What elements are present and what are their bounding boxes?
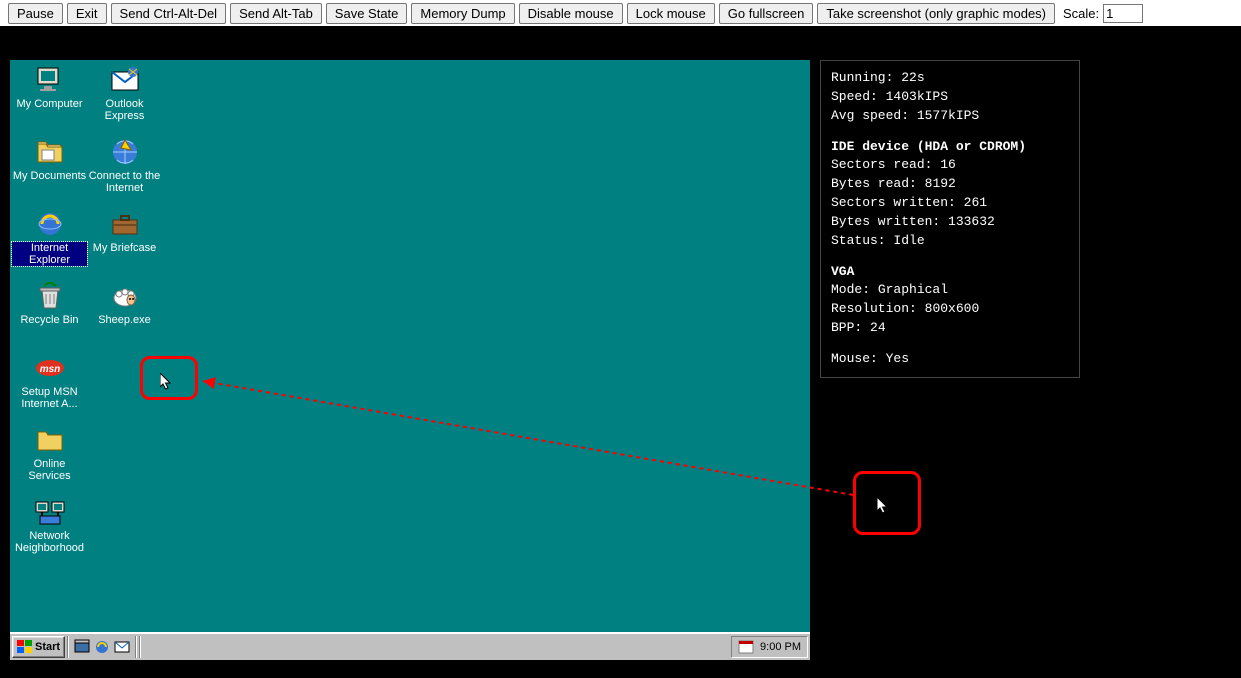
running-label: Running: [831,70,893,85]
annotation-highlight-guest-cursor [140,356,198,400]
sectors-read-value: 16 [940,157,956,172]
pause-button[interactable]: Pause [8,3,63,24]
bytes-read-label: Bytes read: [831,176,917,191]
internet-explorer-icon-label: Internet Explorer [12,242,87,266]
bytes-written-value: 133632 [948,214,995,229]
network-neighborhood-icon-label: Network Neighborhood [12,530,87,554]
my-documents-icon-glyph [34,136,66,168]
mode-value: Graphical [878,282,948,297]
mouse-label: Mouse: [831,351,878,366]
mouse-value: Yes [886,351,909,366]
msn-setup-icon-glyph: msn [34,352,66,384]
system-tray[interactable]: 9:00 PM [731,636,808,658]
mode-label: Mode: [831,282,870,297]
go-fullscreen-button[interactable]: Go fullscreen [719,3,814,24]
my-briefcase-icon[interactable]: My Briefcase [87,206,162,278]
recycle-bin-icon-glyph [34,280,66,312]
my-briefcase-icon-label: My Briefcase [93,242,157,254]
emulator-toolbar: Pause Exit Send Ctrl-Alt-Del Send Alt-Ta… [0,0,1241,26]
connect-internet-icon-label: Connect to the Internet [87,170,162,194]
send-ctrl-alt-del-button[interactable]: Send Ctrl-Alt-Del [111,3,227,24]
taskbar-clock: 9:00 PM [760,641,801,653]
my-computer-icon[interactable]: My Computer [12,62,87,134]
connect-internet-icon[interactable]: Connect to the Internet [87,134,162,206]
speed-value: 1403kIPS [886,89,948,104]
windows-desktop[interactable]: My Computer Outlook Express My DocumentsCo… [10,60,810,660]
emulator-stats-panel: Running: 22s Speed: 1403kIPS Avg speed: … [820,60,1080,378]
scale-label: Scale: [1063,6,1099,21]
internet-explorer-icon-glyph [34,208,66,240]
quick-launch [67,636,137,658]
network-neighborhood-icon-glyph [34,496,66,528]
sectors-written-value: 261 [964,195,987,210]
annotation-highlight-host-cursor [853,471,921,535]
take-screenshot-button[interactable]: Take screenshot (only graphic modes) [817,3,1055,24]
vga-header: VGA [831,263,1069,282]
outlook-express-icon[interactable]: Outlook Express [87,62,162,134]
my-computer-icon-glyph [34,64,66,96]
bpp-value: 24 [870,320,886,335]
save-state-button[interactable]: Save State [326,3,408,24]
sectors-read-label: Sectors read: [831,157,932,172]
outlook-express-icon-label: Outlook Express [87,98,162,122]
status-value: Idle [893,233,924,248]
msn-setup-icon[interactable]: msn Setup MSN Internet A... [12,350,87,422]
resolution-value: 800x600 [925,301,980,316]
sheep-exe-icon[interactable]: Sheep.exe [87,278,162,350]
send-alt-tab-button[interactable]: Send Alt-Tab [230,3,322,24]
my-computer-icon-label: My Computer [16,98,82,110]
svg-text:msn: msn [39,364,60,375]
connect-internet-icon-glyph [109,136,141,168]
msn-setup-icon-label: Setup MSN Internet A... [12,386,87,410]
bytes-read-value: 8192 [925,176,956,191]
resolution-label: Resolution: [831,301,917,316]
sheep-exe-icon-label: Sheep.exe [98,314,151,326]
my-briefcase-icon-glyph [109,208,141,240]
my-documents-icon-label: My Documents [13,170,86,182]
start-label: Start [35,641,60,653]
bytes-written-label: Bytes written: [831,214,940,229]
avg-speed-label: Avg speed: [831,108,909,123]
exit-button[interactable]: Exit [67,3,107,24]
outlook-express-icon-glyph [109,64,141,96]
status-label: Status: [831,233,886,248]
scale-input[interactable] [1103,4,1143,23]
my-documents-icon[interactable]: My Documents [12,134,87,206]
vm-screen[interactable]: My Computer Outlook Express My DocumentsCo… [10,60,810,660]
sectors-written-label: Sectors written: [831,195,956,210]
speed-label: Speed: [831,89,878,104]
taskbar: Start 9:00 PM [10,632,810,660]
windows-flag-icon [17,640,33,654]
online-services-icon-label: Online Services [12,458,87,482]
recycle-bin-icon-label: Recycle Bin [20,314,78,326]
running-value: 22s [901,70,924,85]
lock-mouse-button[interactable]: Lock mouse [627,3,715,24]
online-services-icon[interactable]: Online Services [12,422,87,494]
sheep-exe-icon-glyph [109,280,141,312]
disable-mouse-button[interactable]: Disable mouse [519,3,623,24]
bpp-label: BPP: [831,320,862,335]
recycle-bin-icon[interactable]: Recycle Bin [12,278,87,350]
ide-header: IDE device (HDA or CDROM) [831,138,1069,157]
network-neighborhood-icon[interactable]: Network Neighborhood [12,494,87,566]
avg-speed-value: 1577kIPS [917,108,979,123]
show-desktop-ql-icon[interactable] [72,637,92,657]
outlook-ql-icon[interactable] [112,637,132,657]
ie-ql-icon[interactable] [92,637,112,657]
scheduler-tray-icon[interactable] [738,639,754,655]
start-button[interactable]: Start [12,636,65,658]
memory-dump-button[interactable]: Memory Dump [411,3,514,24]
online-services-icon-glyph [34,424,66,456]
internet-explorer-icon[interactable]: Internet Explorer [12,206,87,278]
